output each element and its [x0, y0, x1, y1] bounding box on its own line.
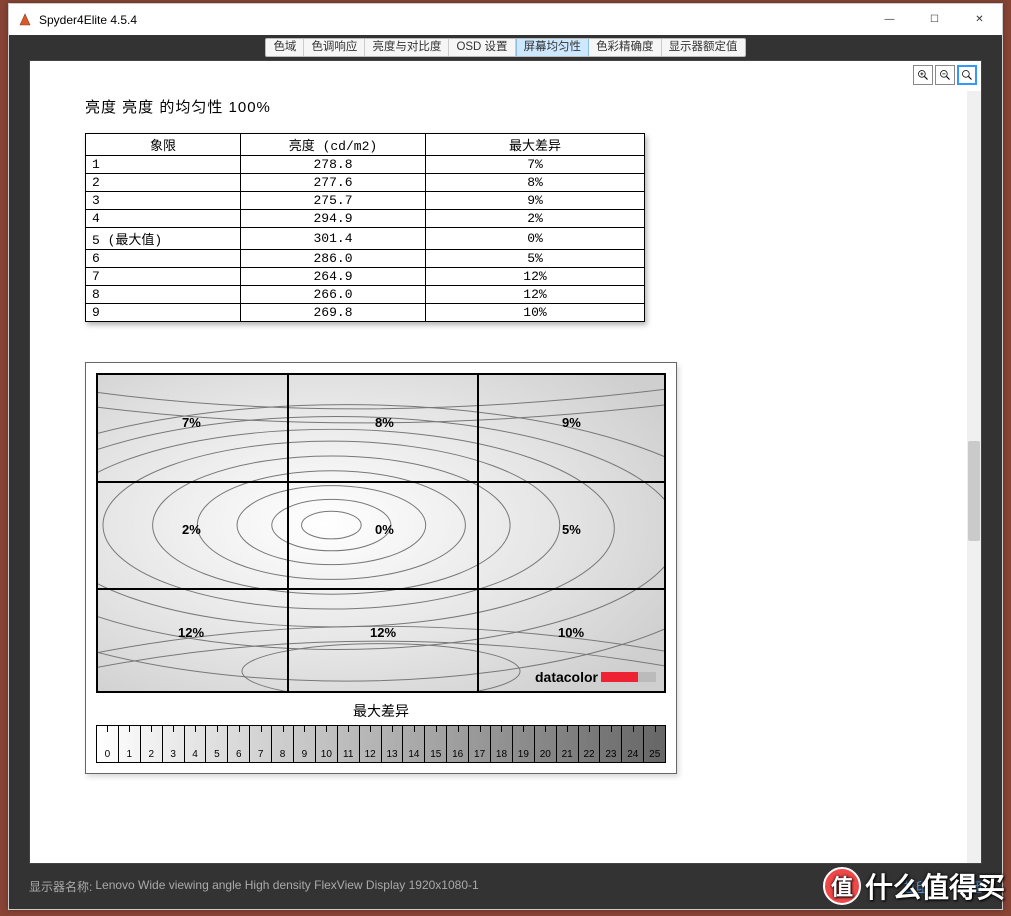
report: 亮度 亮度 的均匀性 100% 象限 亮度 (cd/m2) 最大差异 1278.…	[85, 96, 955, 774]
zoom-out-button[interactable]	[935, 65, 955, 85]
cell-6: 5%	[560, 522, 583, 537]
tab-rating[interactable]: 显示器额定值	[662, 39, 745, 56]
legend-segment: 21	[557, 726, 579, 762]
scrollbar[interactable]	[967, 91, 981, 863]
legend-segment: 9	[294, 726, 316, 762]
cell-1: 7%	[180, 415, 203, 430]
legend-segment: 17	[469, 726, 491, 762]
tab-gamut[interactable]: 色域	[266, 39, 304, 56]
title-bar: Spyder4Elite 4.5.4 — ☐ ✕	[9, 4, 1002, 35]
cell-3: 9%	[560, 415, 583, 430]
close-button[interactable]: ✕	[957, 4, 1002, 34]
legend-segment: 13	[382, 726, 404, 762]
print-link[interactable]: 打印	[904, 878, 928, 895]
cell-2: 8%	[373, 415, 396, 430]
cell-5: 0%	[373, 522, 396, 537]
minimize-button[interactable]: —	[867, 4, 912, 34]
legend-segment: 24	[622, 726, 644, 762]
legend-segment: 5	[206, 726, 228, 762]
brand-logo: datacolor	[535, 669, 656, 685]
legend-segment: 11	[338, 726, 360, 762]
legend-segment: 15	[425, 726, 447, 762]
th-luminance: 亮度 (cd/m2)	[241, 134, 426, 156]
content-area: 亮度 亮度 的均匀性 100% 象限 亮度 (cd/m2) 最大差异 1278.…	[29, 60, 982, 864]
table-row: 2277.68%	[86, 174, 645, 192]
legend-segment: 22	[579, 726, 601, 762]
table-row: 7264.912%	[86, 268, 645, 286]
tab-uniformity[interactable]: 屏幕均匀性	[516, 39, 590, 56]
legend-segment: 18	[491, 726, 513, 762]
legend-segment: 0	[97, 726, 119, 762]
legend-segment: 23	[600, 726, 622, 762]
legend-segment: 19	[513, 726, 535, 762]
table-row: 6286.05%	[86, 250, 645, 268]
tab-brightness-contrast[interactable]: 亮度与对比度	[365, 39, 449, 56]
legend-segment: 10	[316, 726, 338, 762]
tab-tone[interactable]: 色调响应	[304, 39, 365, 56]
tabs: 色域 色调响应 亮度与对比度 OSD 设置 屏幕均匀性 色彩精确度 显示器额定值	[265, 38, 745, 57]
maximize-button[interactable]: ☐	[912, 4, 957, 34]
tab-osd[interactable]: OSD 设置	[449, 39, 515, 56]
cell-4: 2%	[180, 522, 203, 537]
legend-title: 最大差异	[96, 701, 666, 721]
legend-segment: 2	[141, 726, 163, 762]
app-window: Spyder4Elite 4.5.4 — ☐ ✕ 色域 色调响应 亮度与对比度 …	[8, 3, 1003, 910]
app-body: 色域 色调响应 亮度与对比度 OSD 设置 屏幕均匀性 色彩精确度 显示器额定值…	[9, 35, 1002, 909]
app-icon	[17, 12, 33, 28]
zoom-fit-button[interactable]	[957, 65, 977, 85]
uniformity-table: 象限 亮度 (cd/m2) 最大差异 1278.87%2277.68%3275.…	[85, 133, 645, 322]
status-value: Lenovo Wide viewing angle High density F…	[95, 878, 478, 895]
uniformity-chart: 7% 8% 9% 2% 0% 5% 12% 12% 10% datacolor	[85, 362, 677, 774]
scrollbar-thumb[interactable]	[968, 441, 980, 541]
legend-segment: 25	[644, 726, 665, 762]
legend-segment: 1	[119, 726, 141, 762]
th-quadrant: 象限	[86, 134, 241, 156]
legend-segment: 7	[250, 726, 272, 762]
legend-segment: 20	[535, 726, 557, 762]
zoom-in-button[interactable]	[913, 65, 933, 85]
legend-segment: 3	[163, 726, 185, 762]
legend-segment: 14	[403, 726, 425, 762]
status-bar: 显示器名称: Lenovo Wide viewing angle High de…	[9, 864, 1002, 909]
status-label: 显示器名称:	[29, 878, 92, 895]
legend-segment: 8	[272, 726, 294, 762]
cell-9: 10%	[556, 625, 586, 640]
table-row: 9269.810%	[86, 304, 645, 322]
legend-segment: 6	[228, 726, 250, 762]
window-title: Spyder4Elite 4.5.4	[39, 13, 867, 27]
cell-7: 12%	[176, 625, 206, 640]
legend-segment: 4	[185, 726, 207, 762]
legend-segment: 12	[360, 726, 382, 762]
legend-segment: 16	[447, 726, 469, 762]
table-row: 3275.79%	[86, 192, 645, 210]
report-title: 亮度 亮度 的均匀性 100%	[85, 96, 955, 117]
close-link[interactable]: 关闭	[958, 878, 982, 895]
legend-bar: 0123456789101112131415161718192021222324…	[96, 725, 666, 763]
table-row: 1278.87%	[86, 156, 645, 174]
tabs-row: 色域 色调响应 亮度与对比度 OSD 设置 屏幕均匀性 色彩精确度 显示器额定值	[9, 35, 1002, 60]
tab-color-accuracy[interactable]: 色彩精确度	[589, 39, 662, 56]
window-controls: — ☐ ✕	[867, 4, 1002, 35]
table-row: 8266.012%	[86, 286, 645, 304]
table-row: 5 (最大值)301.40%	[86, 228, 645, 250]
cell-8: 12%	[368, 625, 398, 640]
contour-plot: 7% 8% 9% 2% 0% 5% 12% 12% 10% datacolor	[96, 373, 666, 693]
th-maxdiff: 最大差异	[426, 134, 645, 156]
table-row: 4294.92%	[86, 210, 645, 228]
zoom-toolbar	[913, 65, 977, 85]
